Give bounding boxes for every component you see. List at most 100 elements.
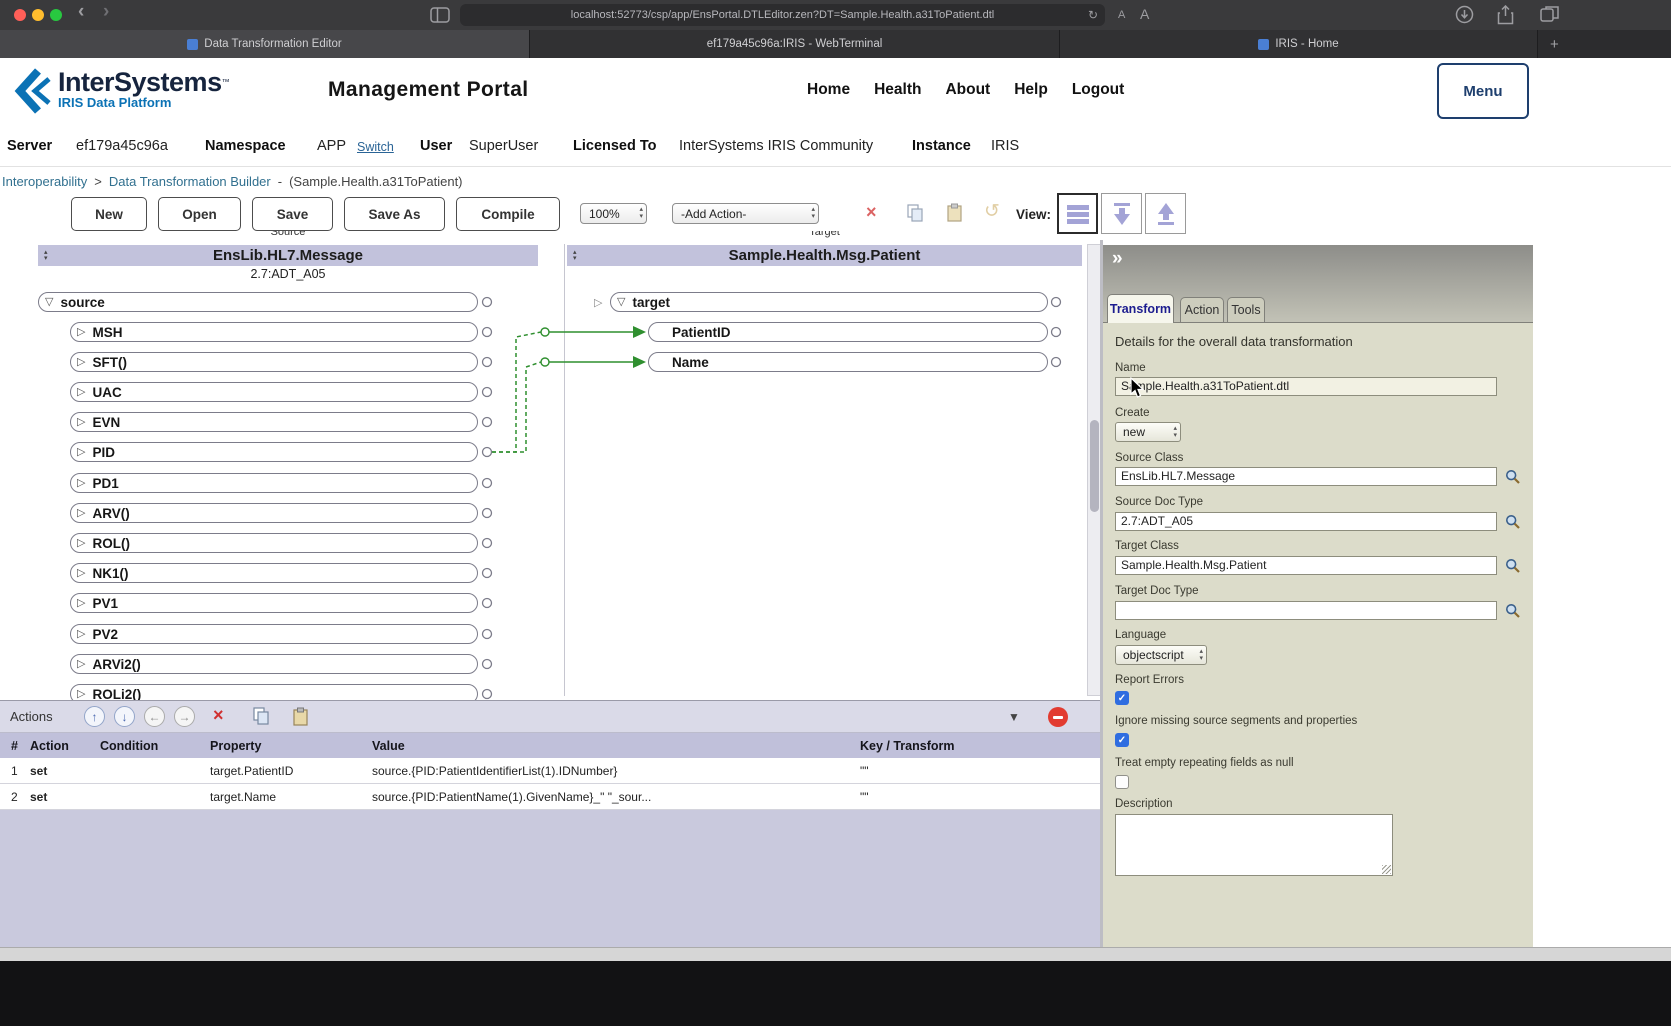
paste-action-icon[interactable] (292, 707, 310, 732)
treat-empty-checkbox[interactable] (1115, 775, 1129, 789)
remove-panel-icon[interactable] (1048, 707, 1068, 727)
reload-icon[interactable]: ↻ (1088, 4, 1098, 26)
move-right-button[interactable]: → (174, 706, 195, 727)
zoom-select[interactable]: 100% ▴ ▾ (580, 203, 647, 224)
tab-dtl-editor[interactable]: Data Transformation Editor (0, 30, 530, 58)
expander-icon[interactable]: ▷ (77, 658, 85, 670)
target-node-row[interactable]: Name (648, 352, 1048, 372)
source-root-row[interactable]: ▽ source (38, 292, 478, 312)
ignore-missing-checkbox[interactable]: ✓ (1115, 733, 1129, 747)
source-node-row[interactable]: ▷ ROLi2() (70, 684, 478, 700)
sidebar-icon[interactable] (430, 7, 450, 28)
source-node-row[interactable]: ▷ PV2 (70, 624, 478, 644)
move-down-button[interactable]: ↓ (114, 706, 135, 727)
tab-tools[interactable]: Tools (1227, 297, 1265, 322)
address-bar[interactable]: localhost:52773/csp/app/EnsPortal.DTLEdi… (460, 4, 1105, 26)
target-class-field[interactable]: Sample.Health.Msg.Patient (1115, 556, 1497, 575)
switch-link[interactable]: Switch (357, 140, 394, 154)
decrease-text-size-button[interactable]: A (1118, 9, 1125, 21)
expander-icon[interactable]: ▷ (77, 688, 85, 700)
move-up-button[interactable]: ↑ (84, 706, 105, 727)
save-as-button[interactable]: Save As (344, 197, 445, 231)
save-button[interactable]: Save (252, 197, 333, 231)
expander-icon[interactable]: ▷ (77, 446, 85, 458)
breadcrumb-builder[interactable]: Data Transformation Builder (109, 174, 271, 189)
source-node-row[interactable]: ▷ UAC (70, 382, 478, 402)
expander-icon[interactable]: ▷ (77, 507, 85, 519)
expander-icon[interactable]: ▷ (77, 537, 85, 549)
nav-health[interactable]: Health (874, 81, 921, 99)
back-button[interactable]: ‹ (78, 1, 84, 23)
create-select[interactable]: new ▴ ▾ (1115, 422, 1181, 442)
expander-open-icon[interactable]: ▽ (617, 296, 625, 308)
horizontal-scrollbar[interactable] (0, 947, 1671, 961)
scrollbar-thumb[interactable] (1089, 420, 1099, 512)
report-errors-checkbox[interactable]: ✓ (1115, 691, 1129, 705)
action-row[interactable]: 1 set target.PatientID source.{PID:Patie… (0, 758, 1102, 784)
share-icon[interactable] (1497, 4, 1514, 30)
menu-button[interactable]: Menu (1437, 63, 1529, 119)
breadcrumb-interoperability[interactable]: Interoperability (2, 174, 87, 189)
new-button[interactable]: New (71, 197, 147, 231)
collapse-panel-icon[interactable]: ▼ (1008, 710, 1020, 724)
nav-home[interactable]: Home (807, 81, 850, 99)
source-node-row[interactable]: ▷ PID (70, 442, 478, 462)
add-action-select[interactable]: -Add Action- ▴ ▾ (672, 203, 819, 224)
tab-action[interactable]: Action (1180, 297, 1224, 322)
expander-open-icon[interactable]: ▽ (45, 296, 53, 308)
downloads-icon[interactable] (1455, 5, 1474, 29)
source-node-row[interactable]: ▷ MSH (70, 322, 478, 342)
delete-icon[interactable]: × (866, 202, 877, 223)
target-doc-type-field[interactable] (1115, 601, 1497, 620)
tab-iris-home[interactable]: IRIS - Home (1060, 30, 1538, 58)
close-window-button[interactable] (14, 9, 26, 21)
open-button[interactable]: Open (158, 197, 241, 231)
search-icon[interactable] (1505, 558, 1521, 579)
expander-icon[interactable]: ▷ (77, 597, 85, 609)
collapse-spinner-icon[interactable]: ▴ ▾ (44, 249, 48, 262)
target-root-row[interactable]: ▽ target (610, 292, 1048, 312)
nav-about[interactable]: About (945, 81, 990, 99)
tab-overview-icon[interactable] (1540, 5, 1560, 28)
collapse-spinner-icon[interactable]: ▴ ▾ (573, 249, 577, 262)
view-mode-list-button[interactable] (1057, 193, 1098, 234)
expander-icon[interactable]: ▷ (77, 477, 85, 489)
nav-help[interactable]: Help (1014, 81, 1048, 99)
forward-button[interactable]: › (103, 1, 109, 23)
source-node-row[interactable]: ▷ PV1 (70, 593, 478, 613)
delete-action-icon[interactable]: × (213, 705, 224, 726)
search-icon[interactable] (1505, 469, 1521, 490)
move-left-button[interactable]: ← (144, 706, 165, 727)
source-node-row[interactable]: ▷ ARV() (70, 503, 478, 523)
minimize-window-button[interactable] (32, 9, 44, 21)
source-class-field[interactable]: EnsLib.HL7.Message (1115, 467, 1497, 486)
expander-icon[interactable]: ▷ (77, 356, 85, 368)
tab-transform[interactable]: Transform (1107, 294, 1174, 323)
diagram-scrollbar[interactable] (1087, 244, 1101, 696)
expander-icon[interactable]: ▷ (77, 628, 85, 640)
zoom-window-button[interactable] (50, 9, 62, 21)
expander-icon[interactable]: ▷ (77, 567, 85, 579)
compile-button[interactable]: Compile (456, 197, 560, 231)
nav-logout[interactable]: Logout (1072, 81, 1125, 99)
expander-icon[interactable]: ▷ (77, 416, 85, 428)
action-row[interactable]: 2 set target.Name source.{PID:PatientNam… (0, 784, 1102, 810)
copy-icon[interactable] (906, 204, 925, 228)
name-field[interactable]: Sample.Health.a31ToPatient.dtl (1115, 377, 1497, 396)
language-select[interactable]: objectscript ▴ ▾ (1115, 645, 1207, 665)
search-icon[interactable] (1505, 603, 1521, 624)
source-node-row[interactable]: ▷ PD1 (70, 473, 478, 493)
source-node-row[interactable]: ▷ ROL() (70, 533, 478, 553)
expander-icon[interactable]: ▷ (77, 386, 85, 398)
increase-text-size-button[interactable]: A (1140, 6, 1149, 22)
new-tab-button[interactable]: + (1538, 30, 1671, 58)
source-node-row[interactable]: ▷ ARVi2() (70, 654, 478, 674)
source-node-row[interactable]: ▷ SFT() (70, 352, 478, 372)
expander-icon[interactable]: ▷ (77, 326, 85, 338)
resize-grip-icon[interactable] (1382, 865, 1391, 874)
view-mode-up-button[interactable] (1145, 193, 1186, 234)
copy-action-icon[interactable] (252, 707, 271, 731)
source-node-row[interactable]: ▷ EVN (70, 412, 478, 432)
collapse-panel-chevrons-icon[interactable]: » (1112, 248, 1123, 270)
search-icon[interactable] (1505, 514, 1521, 535)
